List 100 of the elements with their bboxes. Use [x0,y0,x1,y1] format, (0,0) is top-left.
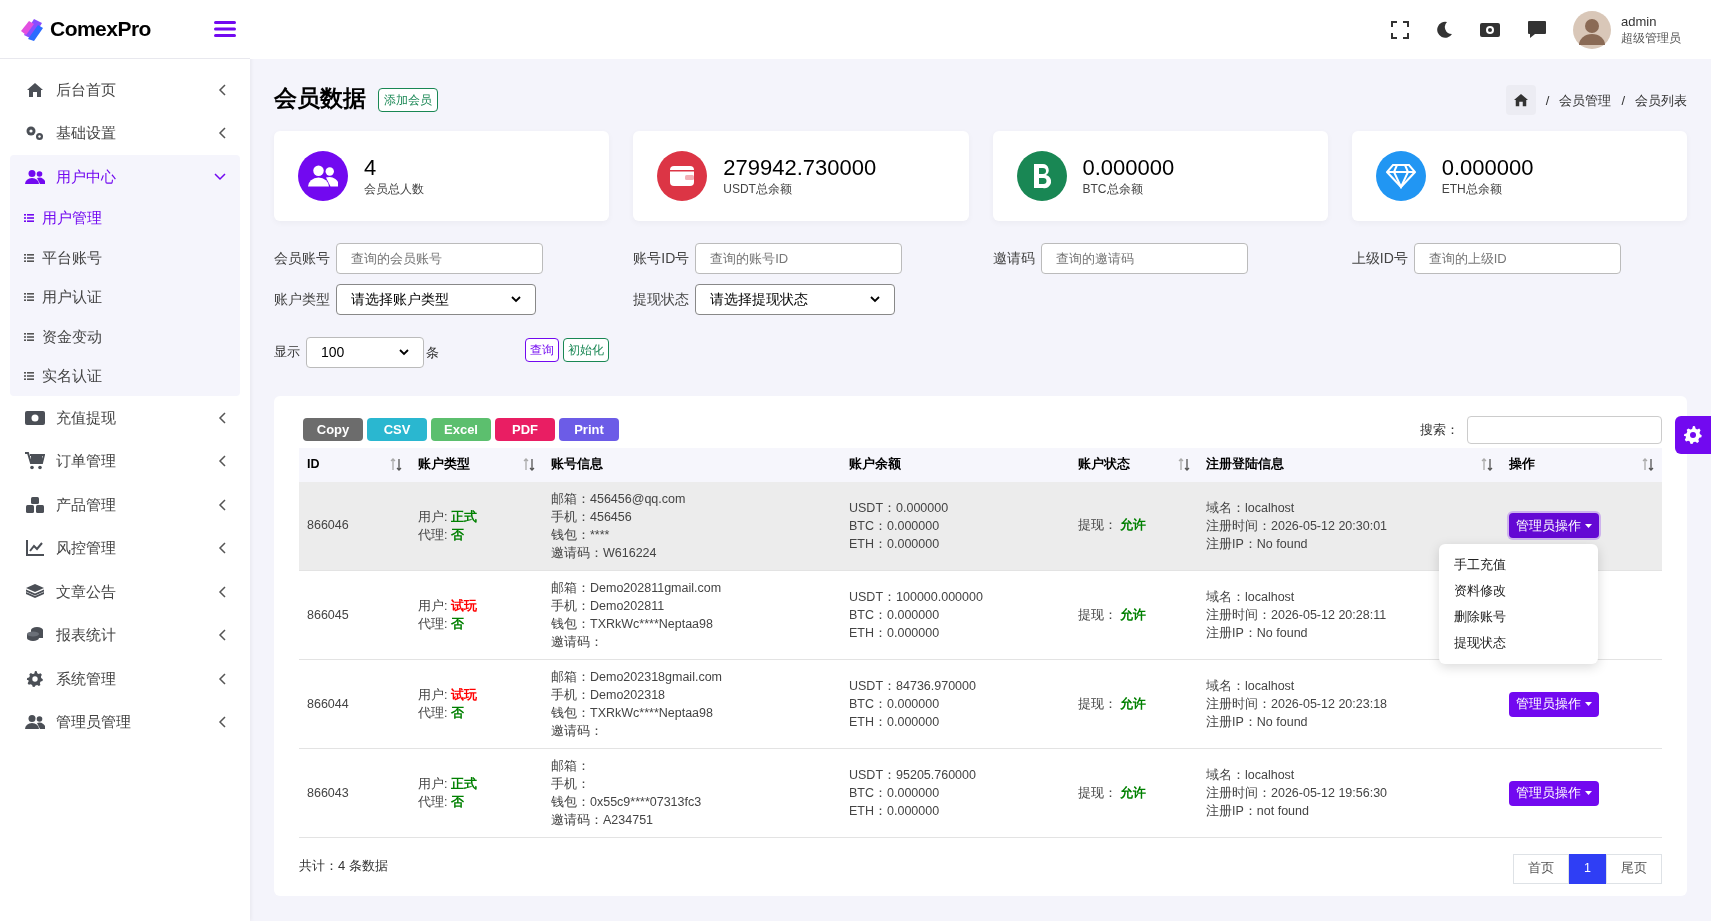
balance-line: USDT：95205.760000 [849,767,977,784]
submenu-item-label: 实名认证 [42,366,102,386]
filter-input[interactable]: 查询的会员账号 [336,242,543,274]
moon-icon[interactable] [1435,20,1453,39]
account-info-line: 邮箱：Demo202811gmail.com [551,580,723,597]
table-row[interactable]: 866044 用户: 试玩 代理: 否 邮箱：Demo202318gmail.com 手机：Demo202318 钱包：TXRkWc****Neptaa98 邀请码： USDT：84736.970000 BTC：0.000000 ETH：0.000000 提现： 允许 域名：localhost 注册时间：2026-05-12 20:23:18 注册IP：No found 管理员操作 [299,659,1662,749]
caret-icon [399,348,409,356]
id-cell: 866044 [307,696,349,711]
logo-text: ComexPro [50,16,151,43]
home-button[interactable] [1505,85,1536,116]
column-header[interactable]: 账户状态 [1070,447,1198,482]
sort-icon[interactable] [1642,458,1654,471]
export-button[interactable]: Print [559,418,619,441]
sort-icon[interactable] [390,458,402,471]
filter-input[interactable]: 查询的邀请码 [1040,242,1248,274]
submenu-item[interactable]: 资金变动 [10,317,240,357]
sidebar-item[interactable]: 产品管理 [10,483,240,527]
register-line: 域名：localhost [1206,767,1295,784]
sort-icon[interactable] [1178,458,1190,471]
register-line: 域名：localhost [1206,589,1295,606]
account-info-line: 邮箱： [551,758,591,775]
column-header[interactable]: ID [299,447,410,482]
sidebar-item[interactable]: 后台首页 [10,68,240,112]
sort-icon[interactable] [1481,458,1493,471]
settings-button[interactable] [1675,416,1711,454]
sidebar-item-label: 用户中心 [56,166,117,187]
admin-actions-button[interactable]: 管理员操作 [1509,513,1599,539]
sidebar-item[interactable]: 管理员管理 [10,700,240,744]
chevron-left-icon [218,585,226,598]
account-info-line: 邮箱：456456@qq.com [551,490,687,508]
menu-item[interactable]: 提现状态 [1439,630,1598,657]
sidebar-item[interactable]: 基础设置 [10,111,240,155]
query-button[interactable]: 初始化 [563,338,609,362]
sidebar-item-label: 充值提现 [56,407,117,428]
fullscreen-icon[interactable] [1391,20,1409,39]
agent-text: 代理: 否 [418,705,465,722]
breadcrumb-item[interactable]: 会员管理 [1559,90,1612,110]
submenu-item[interactable]: 用户管理 [10,198,240,238]
withdraw-status: 提现： 允许 [1078,518,1147,533]
pagination-button[interactable]: 1 [1569,853,1606,884]
column-header[interactable]: 账户余额 [841,447,1070,482]
chat-icon[interactable] [1527,20,1547,39]
sidebar-item[interactable]: 文章公告 [10,570,240,614]
caret-icon [1585,523,1592,528]
filter-input[interactable]: 查询的账号ID [695,242,903,274]
gears-icon [25,125,45,142]
sidebar-item[interactable]: 用户中心 [10,155,240,199]
filter-input[interactable]: 查询的上级ID [1413,242,1621,274]
submenu-item[interactable]: 平台账号 [10,238,240,278]
sort-icon[interactable] [523,458,535,471]
export-button[interactable]: Copy [303,418,363,441]
balance-line: USDT：100000.000000 [849,589,984,606]
sidebar-item[interactable]: 风控管理 [10,526,240,570]
caret-icon [1585,702,1592,706]
search-field[interactable] [1467,415,1662,444]
table-row[interactable]: 866043 用户: 正式 代理: 否 邮箱： 手机： 钱包：0x55c9****07313fc3 邀请码：A234751 USDT：95205.760000 BTC：0.000000 ETH：0.000000 提现： 允许 域名：localhost 注册时间：2026-05-12 19:56:30 注册IP：not found 管理员操作 [299,748,1662,838]
chevron-left-icon [218,498,226,511]
user-type-text: 用户: 试玩 [418,598,478,615]
menu-item[interactable]: 资料修改 [1439,578,1598,605]
export-button[interactable]: PDF [495,418,555,441]
sidebar-item-label: 订单管理 [56,451,117,471]
account-info-line: 邀请码：A234751 [551,812,655,829]
sidebar-item-label: 报表统计 [56,625,117,645]
filter-label: 会员账号 [274,248,330,268]
agent-text: 代理: 否 [418,794,465,811]
money-icon[interactable] [1479,21,1501,38]
page-size-select[interactable]: 100 [306,336,424,368]
breadcrumb-separator: / [1545,91,1550,110]
avatar-icon[interactable] [1573,10,1611,49]
pagination-button[interactable]: 尾页 [1606,853,1662,884]
user-type-text: 用户: 正式 [418,776,478,793]
column-header[interactable]: 账号信息 [543,447,841,482]
breadcrumb-item[interactable]: 会员列表 [1635,90,1687,110]
menu-item[interactable]: 删除账号 [1439,604,1598,631]
menu-icon[interactable] [214,20,236,38]
column-header[interactable]: 注册登陆信息 [1198,447,1501,482]
add-member-button[interactable]: 添加会员 [378,88,438,113]
sidebar-item[interactable]: 报表统计 [10,613,240,657]
chevron-left-icon [218,672,226,685]
query-button[interactable]: 查询 [525,338,559,362]
account-info-line: 邀请码： [551,634,604,651]
submenu-item[interactable]: 实名认证 [10,356,240,396]
withdraw-status: 提现： 允许 [1078,785,1147,800]
balance-line: BTC：0.000000 [849,696,941,713]
id-cell: 866046 [307,518,349,533]
money-icon [25,410,45,425]
sidebar-item[interactable]: 充值提现 [10,396,240,440]
sidebar-item[interactable]: 系统管理 [10,657,240,701]
submenu-item[interactable]: 用户认证 [10,277,240,317]
page-size-unit: 条 [426,344,439,363]
admin-actions-button[interactable]: 管理员操作 [1509,691,1599,717]
settings-icon [1683,425,1703,445]
column-header[interactable]: 操作 [1501,447,1662,482]
column-header[interactable]: 账户类型 [410,447,543,482]
filter-select[interactable]: 请选择账户类型 [336,283,536,315]
submenu-item-label: 平台账号 [42,247,102,268]
admin-actions-button[interactable]: 管理员操作 [1509,780,1599,806]
filter-select[interactable]: 请选择提现状态 [695,283,896,315]
pagination-button[interactable]: 首页 [1513,853,1570,884]
sidebar-item[interactable]: 订单管理 [10,439,240,483]
